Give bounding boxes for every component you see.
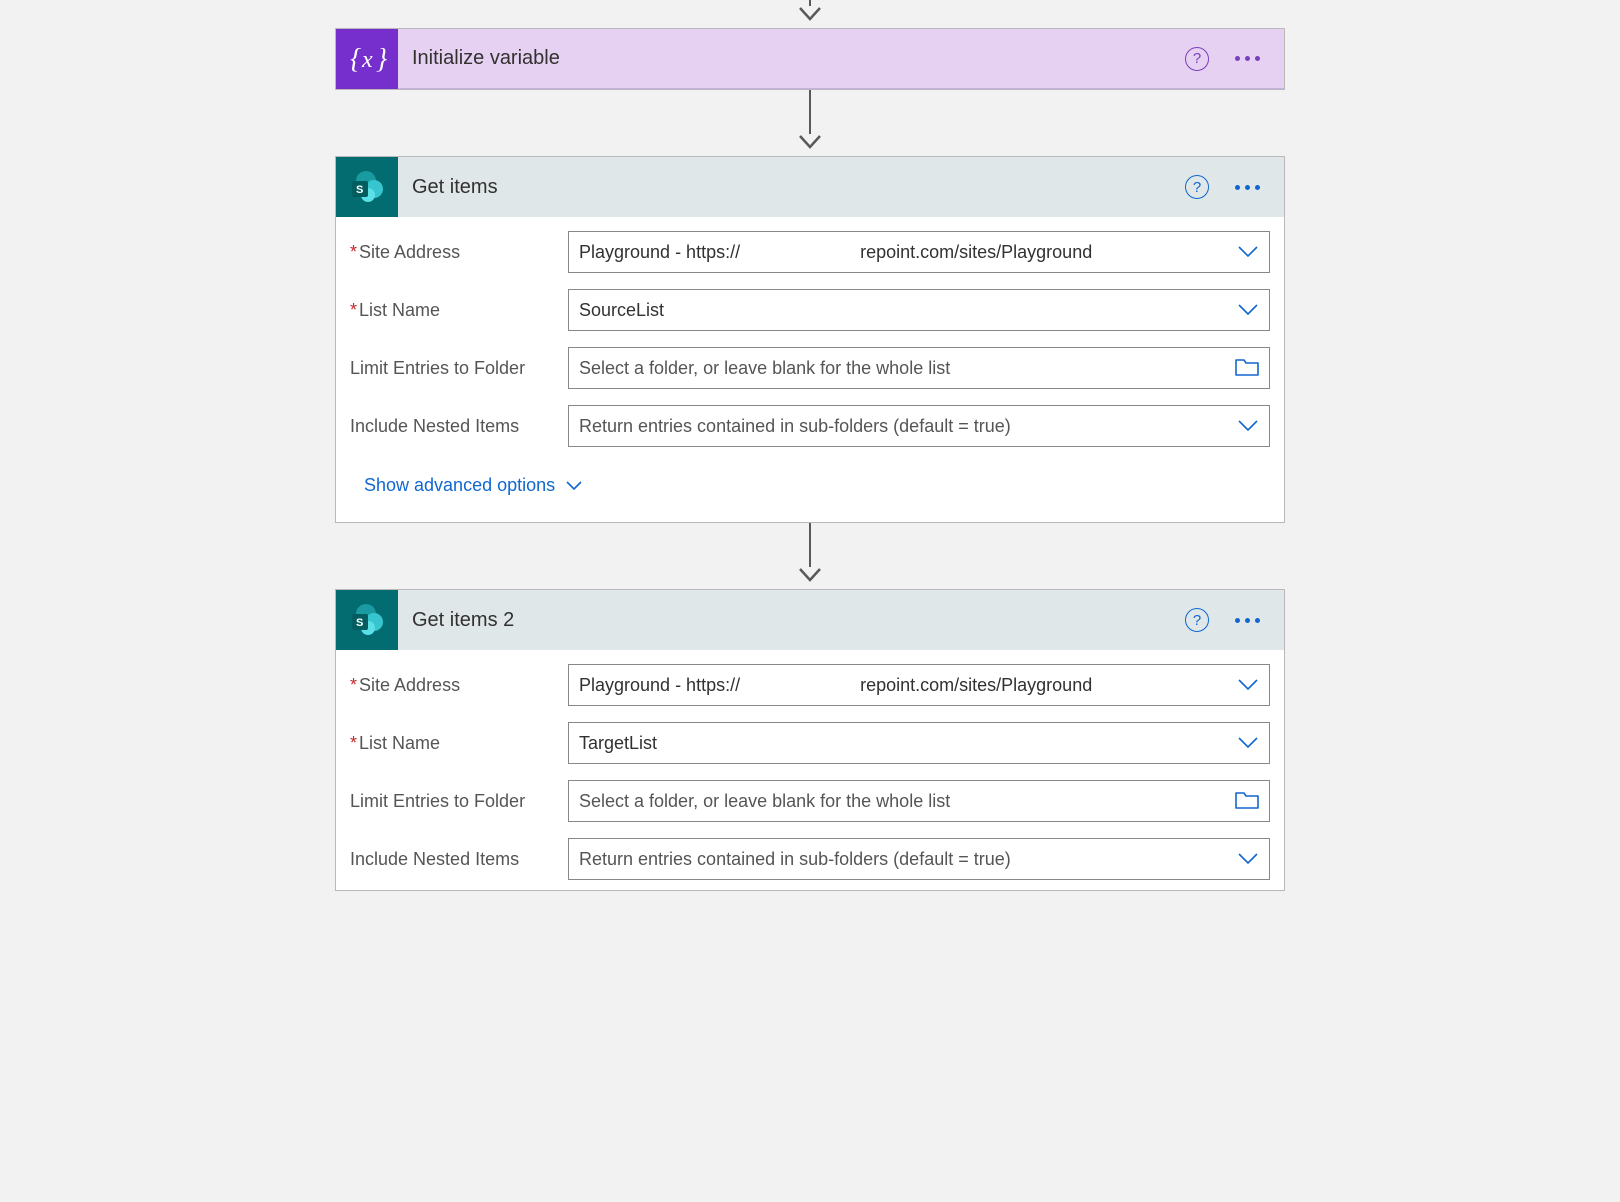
chevron-down-icon	[1231, 852, 1259, 866]
field-placeholder: Return entries contained in sub-folders …	[579, 849, 1231, 870]
more-icon	[1235, 618, 1260, 623]
more-icon	[1235, 185, 1260, 190]
field-placeholder: Return entries contained in sub-folders …	[579, 416, 1231, 437]
list-name-dropdown[interactable]: TargetList	[568, 722, 1270, 764]
field-label: *List Name	[350, 300, 568, 321]
show-advanced-options-button[interactable]: Show advanced options	[350, 463, 597, 516]
field-value: Playground - https://repoint.com/sites/P…	[579, 675, 1231, 696]
site-address-dropdown[interactable]: Playground - https://repoint.com/sites/P…	[568, 231, 1270, 273]
step-header[interactable]: { x } Initialize variable ?	[336, 29, 1284, 89]
sharepoint-icon: S	[336, 157, 398, 217]
step-initialize-variable: { x } Initialize variable ?	[335, 28, 1285, 90]
variable-icon: { x }	[336, 29, 398, 89]
help-icon: ?	[1185, 175, 1209, 199]
chevron-down-icon	[1231, 419, 1259, 433]
svg-text:}: }	[376, 44, 387, 75]
more-button[interactable]	[1231, 52, 1264, 65]
chevron-down-icon	[1231, 303, 1259, 317]
step-header[interactable]: S Get items 2 ?	[336, 590, 1284, 650]
limit-folder-picker[interactable]: Select a folder, or leave blank for the …	[568, 780, 1270, 822]
help-icon: ?	[1185, 47, 1209, 71]
help-button[interactable]: ?	[1181, 604, 1213, 636]
field-label: Include Nested Items	[350, 416, 568, 437]
chevron-down-icon	[1231, 245, 1259, 259]
chevron-down-icon	[1231, 736, 1259, 750]
chevron-down-icon	[565, 480, 583, 491]
field-value: SourceList	[579, 300, 1231, 321]
include-nested-dropdown[interactable]: Return entries contained in sub-folders …	[568, 405, 1270, 447]
help-icon: ?	[1185, 608, 1209, 632]
field-label: *List Name	[350, 733, 568, 754]
svg-text:x: x	[361, 47, 373, 73]
more-button[interactable]	[1231, 614, 1264, 627]
step-body: *Site Address Playground - https://repoi…	[336, 650, 1284, 890]
sharepoint-icon: S	[336, 590, 398, 650]
step-body: *Site Address Playground - https://repoi…	[336, 217, 1284, 522]
field-label: Include Nested Items	[350, 849, 568, 870]
flow-arrow	[797, 90, 823, 150]
field-include-nested: Include Nested Items Return entries cont…	[350, 838, 1270, 880]
step-title: Get items	[398, 176, 1181, 199]
help-button[interactable]: ?	[1181, 43, 1213, 75]
step-title: Get items 2	[398, 609, 1181, 632]
field-site-address: *Site Address Playground - https://repoi…	[350, 664, 1270, 706]
field-limit-folder: Limit Entries to Folder Select a folder,…	[350, 780, 1270, 822]
field-label: Limit Entries to Folder	[350, 791, 568, 812]
field-value: TargetList	[579, 733, 1231, 754]
step-title: Initialize variable	[398, 47, 1181, 70]
list-name-dropdown[interactable]: SourceList	[568, 289, 1270, 331]
folder-icon	[1231, 359, 1259, 377]
svg-text:S: S	[356, 617, 363, 629]
svg-text:S: S	[356, 184, 363, 196]
step-header[interactable]: S Get items ?	[336, 157, 1284, 217]
more-icon	[1235, 56, 1260, 61]
field-placeholder: Select a folder, or leave blank for the …	[579, 791, 1231, 812]
include-nested-dropdown[interactable]: Return entries contained in sub-folders …	[568, 838, 1270, 880]
site-address-dropdown[interactable]: Playground - https://repoint.com/sites/P…	[568, 664, 1270, 706]
flow-arrow	[797, 523, 823, 583]
folder-icon	[1231, 792, 1259, 810]
flow-arrow	[797, 0, 823, 22]
svg-text:{: {	[350, 44, 361, 75]
field-label: *Site Address	[350, 242, 568, 263]
field-label: Limit Entries to Folder	[350, 358, 568, 379]
step-get-items: S Get items ? *Site Address	[335, 156, 1285, 523]
field-site-address: *Site Address Playground - https://repoi…	[350, 231, 1270, 273]
field-value: Playground - https://repoint.com/sites/P…	[579, 242, 1231, 263]
field-include-nested: Include Nested Items Return entries cont…	[350, 405, 1270, 447]
more-button[interactable]	[1231, 181, 1264, 194]
limit-folder-picker[interactable]: Select a folder, or leave blank for the …	[568, 347, 1270, 389]
help-button[interactable]: ?	[1181, 171, 1213, 203]
field-list-name: *List Name SourceList	[350, 289, 1270, 331]
field-list-name: *List Name TargetList	[350, 722, 1270, 764]
field-placeholder: Select a folder, or leave blank for the …	[579, 358, 1231, 379]
chevron-down-icon	[1231, 678, 1259, 692]
field-limit-folder: Limit Entries to Folder Select a folder,…	[350, 347, 1270, 389]
step-get-items-2: S Get items 2 ? *Site Address	[335, 589, 1285, 891]
field-label: *Site Address	[350, 675, 568, 696]
